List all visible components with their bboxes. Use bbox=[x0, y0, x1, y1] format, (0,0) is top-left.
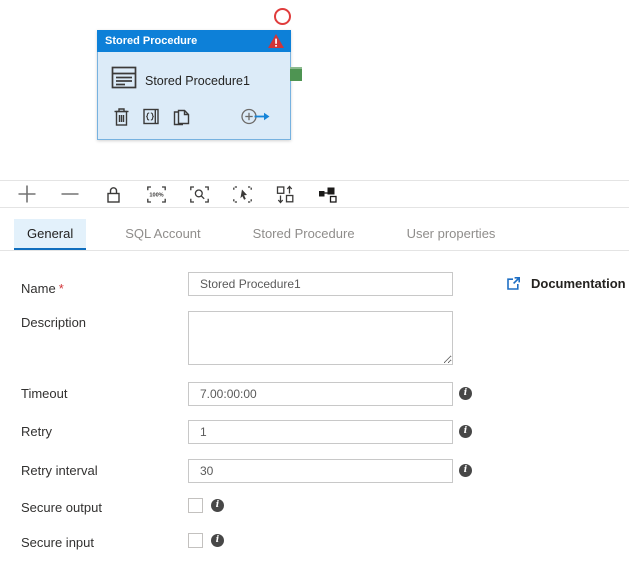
retry-info-icon[interactable]: i bbox=[459, 425, 472, 438]
required-marker: * bbox=[58, 281, 64, 296]
retry-input[interactable] bbox=[188, 420, 453, 444]
zoom-fit-icon[interactable] bbox=[188, 183, 210, 205]
retry-interval-input[interactable] bbox=[188, 459, 453, 483]
lock-icon[interactable] bbox=[102, 183, 124, 205]
documentation-label: Documentation bbox=[531, 276, 626, 291]
name-label: Name * bbox=[21, 281, 64, 296]
timeout-info-icon[interactable]: i bbox=[459, 387, 472, 400]
tab-general[interactable]: General bbox=[14, 219, 87, 250]
stored-procedure-activity-node[interactable]: Stored Procedure Stored Procedure1 bbox=[97, 30, 302, 140]
zoom-100-icon[interactable]: 100% bbox=[145, 183, 167, 205]
multi-select-icon[interactable] bbox=[231, 183, 253, 205]
activity-type-label: Stored Procedure bbox=[105, 35, 198, 47]
activity-node-header[interactable]: Stored Procedure bbox=[97, 30, 291, 52]
retry-interval-info-icon[interactable]: i bbox=[459, 464, 472, 477]
description-textarea[interactable] bbox=[188, 311, 453, 365]
secure-output-info-icon[interactable]: i bbox=[211, 499, 224, 512]
activity-node-body[interactable]: Stored Procedure1 bbox=[98, 52, 290, 139]
code-icon[interactable] bbox=[142, 107, 161, 126]
general-settings-form: Name* Documentation Description Timeout … bbox=[0, 251, 629, 568]
settings-tab-bar: General SQL Account Stored Procedure Use… bbox=[0, 208, 629, 251]
timeout-label: Timeout bbox=[21, 386, 68, 401]
tab-user-properties[interactable]: User properties bbox=[394, 219, 509, 250]
retry-label: Retry bbox=[21, 424, 53, 439]
delete-icon[interactable] bbox=[113, 107, 130, 127]
description-label: Description bbox=[21, 315, 87, 330]
secure-input-checkbox[interactable] bbox=[188, 533, 203, 548]
stored-procedure-icon bbox=[111, 65, 137, 90]
name-input[interactable] bbox=[188, 272, 453, 296]
success-output-port[interactable] bbox=[290, 67, 302, 81]
secure-input-info-icon[interactable]: i bbox=[211, 534, 224, 547]
warning-icon[interactable] bbox=[268, 34, 284, 48]
clone-icon[interactable] bbox=[172, 107, 190, 127]
pipeline-canvas[interactable]: Stored Procedure Stored Procedure1 bbox=[0, 0, 629, 180]
red-circle-marker bbox=[274, 8, 291, 25]
activity-action-bar bbox=[98, 107, 290, 131]
activity-editor: Stored Procedure Stored Procedure1 100% … bbox=[0, 0, 629, 568]
activity-name-label: Stored Procedure1 bbox=[145, 74, 250, 88]
retry-interval-label: Retry interval bbox=[21, 463, 98, 478]
minimap-icon[interactable] bbox=[317, 183, 339, 205]
canvas-toolbar: 100% bbox=[0, 180, 629, 208]
documentation-link[interactable]: Documentation bbox=[506, 276, 626, 291]
tab-sql-account[interactable]: SQL Account bbox=[112, 219, 213, 250]
secure-output-checkbox[interactable] bbox=[188, 498, 203, 513]
secure-input-label: Secure input bbox=[21, 535, 94, 550]
svg-text:100%: 100% bbox=[149, 192, 163, 198]
zoom-in-icon[interactable] bbox=[16, 183, 38, 205]
secure-output-label: Secure output bbox=[21, 500, 102, 515]
timeout-input[interactable] bbox=[188, 382, 453, 406]
zoom-out-icon[interactable] bbox=[59, 183, 81, 205]
add-output-icon[interactable] bbox=[240, 107, 270, 126]
external-link-icon bbox=[506, 276, 521, 291]
auto-align-icon[interactable] bbox=[274, 183, 296, 205]
tab-stored-procedure[interactable]: Stored Procedure bbox=[240, 219, 368, 250]
